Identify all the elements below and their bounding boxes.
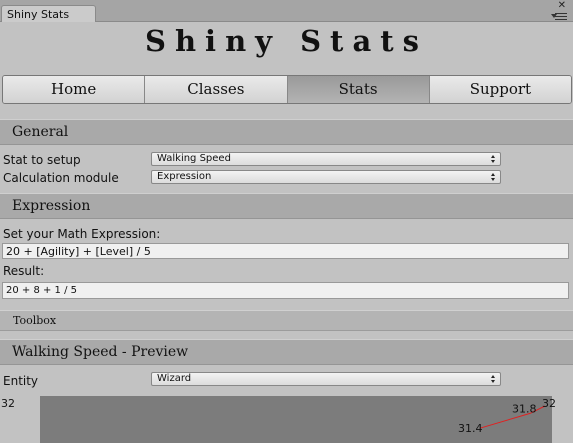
- module-dropdown-value: Expression: [157, 171, 212, 182]
- tab-stats[interactable]: Stats: [287, 76, 430, 103]
- tab-home[interactable]: Home: [3, 76, 146, 103]
- toolbox-label: Toolbox: [13, 314, 57, 327]
- expression-section-header: Expression: [0, 193, 573, 219]
- dropdown-arrow-icon: [491, 375, 496, 383]
- tab-support[interactable]: Support: [429, 76, 571, 103]
- general-section-header: General: [0, 119, 573, 145]
- preview-section-title: Walking Speed - Preview: [12, 344, 189, 360]
- module-dropdown[interactable]: Expression: [151, 170, 501, 184]
- expression-section-title: Expression: [12, 198, 91, 214]
- tab-classes[interactable]: Classes: [145, 76, 288, 103]
- stat-dropdown[interactable]: Walking Speed: [151, 152, 501, 166]
- page-title: Shiny Stats: [145, 24, 428, 58]
- window-tab[interactable]: Shiny Stats: [1, 5, 96, 22]
- dropdown-arrow-icon: [491, 155, 496, 163]
- chart-data-label: 32: [542, 397, 556, 410]
- expression-input[interactable]: 20 + [Agility] + [Level] / 5: [2, 243, 569, 259]
- toolbox-foldout[interactable]: Toolbox: [0, 310, 573, 331]
- module-label: Calculation module: [3, 171, 119, 185]
- entity-dropdown[interactable]: Wizard: [151, 372, 501, 386]
- entity-label: Entity: [3, 374, 39, 388]
- chart-data-label: 31.8: [512, 402, 537, 415]
- general-section-title: General: [12, 124, 69, 140]
- result-field: 20 + 8 + 1 / 5: [2, 282, 569, 299]
- window-tab-strip: Shiny Stats ✕: [0, 0, 573, 22]
- stat-label: Stat to setup: [3, 153, 81, 167]
- preview-section-header: Walking Speed - Preview: [0, 339, 573, 365]
- stat-dropdown-value: Walking Speed: [157, 153, 231, 164]
- entity-dropdown-value: Wizard: [157, 373, 192, 384]
- window-tab-title: Shiny Stats: [7, 8, 70, 21]
- dropdown-arrow-icon: [491, 173, 496, 181]
- expression-input-label: Set your Math Expression:: [3, 227, 161, 241]
- result-label: Result:: [3, 264, 45, 278]
- preview-chart: 31.4 31.8 32: [458, 397, 556, 435]
- window-controls: ✕: [541, 1, 569, 21]
- chart-y-max-label: 32: [1, 397, 15, 410]
- nav-bar: Home Classes Stats Support: [2, 75, 572, 104]
- close-icon[interactable]: ✕: [558, 1, 566, 11]
- menu-icon[interactable]: [551, 13, 567, 20]
- chart-data-label: 31.4: [458, 422, 483, 435]
